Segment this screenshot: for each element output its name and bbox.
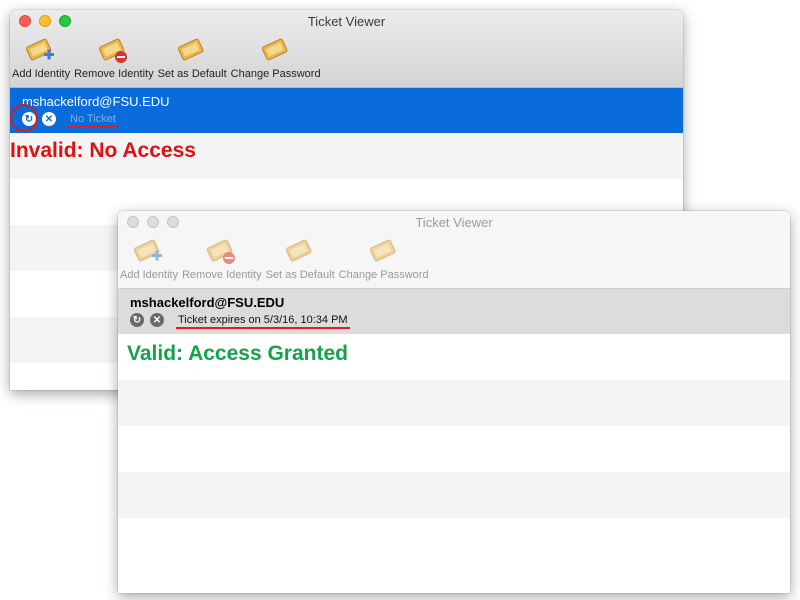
tool-label: Remove Identity — [74, 68, 154, 80]
identity-row[interactable]: mshackelford@FSU.EDU ↻ ✕ Ticket expires … — [118, 289, 790, 334]
tool-label: Remove Identity — [182, 269, 262, 281]
tool-label: Change Password — [338, 269, 429, 281]
identity-name: mshackelford@FSU.EDU — [130, 295, 285, 310]
window-title: Ticket Viewer — [415, 215, 493, 230]
highlight-circle — [10, 104, 38, 132]
ticket-status: No Ticket — [68, 113, 118, 128]
add-identity-icon — [133, 239, 163, 262]
window-title: Ticket Viewer — [307, 14, 386, 29]
change-password-button[interactable]: Change Password — [229, 35, 323, 87]
remove-identity-icon — [98, 38, 127, 63]
tool-label: Add Identity — [12, 68, 71, 80]
set-default-icon — [286, 239, 312, 262]
change-password-icon — [369, 239, 396, 262]
renew-ticket-icon[interactable]: ↻ — [130, 313, 144, 327]
identity-row[interactable]: mshackelford@FSU.EDU ↻ ✕ No Ticket — [10, 88, 683, 133]
add-identity-button[interactable]: Add Identity — [10, 35, 72, 87]
ticket-status: Ticket expires on 5/3/16, 10:34 PM — [176, 314, 350, 329]
set-as-default-button[interactable]: Set as Default — [156, 35, 229, 87]
destroy-ticket-icon[interactable]: ✕ — [150, 313, 164, 327]
invalid-annotation: Invalid: No Access — [10, 139, 196, 162]
list-row — [118, 426, 790, 472]
window-toolbar: Ticket Viewer Add Identity Remove Identi… — [118, 211, 790, 289]
remove-identity-button[interactable]: Remove Identity — [72, 35, 155, 87]
identity-name: mshackelford@FSU.EDU — [22, 94, 170, 109]
change-password-icon — [261, 38, 288, 61]
list-row — [118, 518, 790, 564]
window-toolbar: Ticket Viewer Add Identity Remove Identi… — [10, 10, 683, 88]
add-identity-button[interactable]: Add Identity — [118, 236, 180, 288]
ticket-viewer-window-valid: Ticket Viewer Add Identity Remove Identi… — [118, 211, 790, 593]
set-as-default-button[interactable]: Set as Default — [264, 236, 337, 288]
add-identity-icon — [25, 38, 55, 61]
change-password-button[interactable]: Change Password — [337, 236, 431, 288]
set-default-icon — [178, 38, 204, 61]
tool-label: Add Identity — [120, 269, 179, 281]
tool-label: Set as Default — [157, 68, 227, 80]
remove-identity-icon — [206, 239, 235, 264]
valid-annotation: Valid: Access Granted — [127, 342, 348, 365]
list-row — [118, 380, 790, 426]
destroy-ticket-icon[interactable]: ✕ — [42, 112, 56, 126]
list-row — [118, 472, 790, 518]
identity-list: mshackelford@FSU.EDU ↻ ✕ Ticket expires … — [118, 289, 790, 593]
tool-label: Change Password — [230, 68, 321, 80]
remove-identity-button[interactable]: Remove Identity — [180, 236, 263, 288]
tool-label: Set as Default — [265, 269, 335, 281]
